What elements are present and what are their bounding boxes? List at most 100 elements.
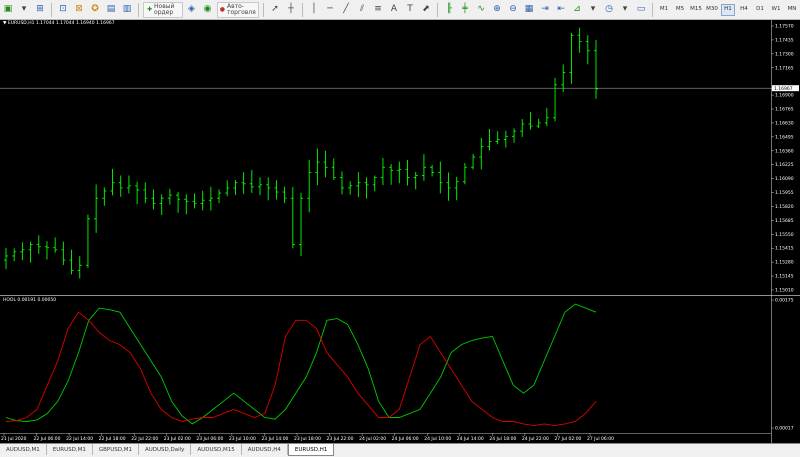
- price-bar: [241, 172, 246, 194]
- chart-tab[interactable]: GBPUSD,M1: [93, 444, 139, 455]
- channel-icon[interactable]: ⫽: [355, 2, 369, 18]
- data-window-icon[interactable]: ⊠: [72, 2, 86, 18]
- price-tick-label: 1.17435: [775, 37, 794, 43]
- tile-windows-icon[interactable]: ▦: [522, 2, 536, 18]
- candle-chart-icon[interactable]: ╪: [458, 2, 472, 18]
- timeframe-h4[interactable]: H4: [737, 4, 751, 16]
- price-tick-label: 1.15280: [775, 260, 794, 266]
- chart-canvas[interactable]: 1.17570 1.17435 1.17300 1.17165 1.169671.169…: [0, 20, 800, 443]
- indicator-info: HOOL 0.00191 0.00050: [3, 298, 57, 303]
- price-bar: [77, 256, 82, 279]
- price-bar: [200, 190, 205, 211]
- dropdown-arrow-icon[interactable]: ▾: [586, 2, 600, 18]
- timeframe-m1[interactable]: M1: [657, 4, 671, 16]
- dropdown-arrow-icon[interactable]: ▾: [618, 2, 632, 18]
- fibonacci-icon[interactable]: ≡: [371, 2, 385, 18]
- templates-icon[interactable]: ▭: [634, 2, 648, 18]
- price-bar: [348, 181, 353, 195]
- market-watch-icon[interactable]: ⊡: [56, 2, 70, 18]
- autotrading-icon: ●: [219, 5, 225, 13]
- time-tick-label: 22 Jul 14:00: [66, 436, 93, 442]
- zoom-out-icon[interactable]: ⊖: [506, 2, 520, 18]
- timeframe-m5[interactable]: M5: [673, 4, 687, 16]
- autoscroll-icon[interactable]: ⇥: [538, 2, 552, 18]
- price-bar: [487, 129, 492, 151]
- price-bar: [249, 169, 254, 193]
- time-tick-label: 22 Jul 06:00: [34, 436, 61, 442]
- time-tick-label: 24 Jul 14:00: [457, 436, 484, 442]
- price-tick-label: 1.16630: [775, 120, 794, 126]
- new-chart-icon[interactable]: ▣: [1, 2, 15, 18]
- autotrading-button[interactable]: ● Авто-торговля: [216, 1, 259, 18]
- bar-chart-icon[interactable]: ╟: [442, 2, 456, 18]
- label-tool-icon[interactable]: T: [403, 2, 417, 18]
- price-tick-label: 1.16090: [775, 176, 794, 182]
- price-tick-label: 1.16360: [775, 148, 794, 154]
- zoom-in-icon[interactable]: ⊕: [490, 2, 504, 18]
- chart-tab[interactable]: AUDUSD,M1: [0, 444, 47, 455]
- price-bar: [315, 148, 320, 186]
- price-bar: [36, 235, 41, 254]
- periods-icon[interactable]: ◷: [602, 2, 616, 18]
- price-bar: [44, 241, 49, 260]
- cursor-icon[interactable]: ➚: [268, 2, 282, 18]
- chart-shift-icon[interactable]: ⇤: [554, 2, 568, 18]
- price-bar: [372, 175, 377, 192]
- chart-tab[interactable]: EURUSD,H1: [287, 444, 335, 456]
- price-bar: [151, 189, 156, 210]
- price-bar: [53, 237, 58, 253]
- price-bar: [569, 33, 574, 84]
- dropdown-arrow-icon[interactable]: ▾: [17, 2, 31, 18]
- timeframe-m30[interactable]: M30: [705, 4, 719, 16]
- price-bar: [282, 186, 287, 204]
- price-tick-label: 1.17570: [775, 24, 794, 30]
- terminal-icon[interactable]: ▤: [104, 2, 118, 18]
- text-tool-icon[interactable]: A: [387, 2, 401, 18]
- tester-icon[interactable]: ▥: [120, 2, 134, 18]
- symbol-info: ▼ EURUSD,H1 1.17044 1.17044 1.16940 1.16…: [3, 21, 115, 26]
- new-order-button[interactable]: ✚ Новый ордер: [143, 1, 183, 18]
- price-bar: [167, 188, 172, 205]
- chart-tab[interactable]: AUDUSD,Daily: [139, 444, 192, 455]
- time-tick-label: 24 Jul 18:00: [489, 436, 516, 442]
- crosshair-icon[interactable]: ┼: [284, 2, 298, 18]
- price-tick-label: 1.15955: [775, 190, 794, 196]
- autotrading-label: Авто-торговля: [227, 2, 256, 16]
- arrows-icon[interactable]: ⬈: [419, 2, 433, 18]
- price-bar: [217, 189, 222, 204]
- timeframe-w1[interactable]: W1: [769, 4, 783, 16]
- price-bar: [585, 35, 590, 65]
- time-tick-label: 23 Jul 18:00: [294, 436, 321, 442]
- timeframe-d1[interactable]: D1: [753, 4, 767, 16]
- price-bar: [184, 194, 189, 215]
- market-icon[interactable]: ◉: [201, 2, 215, 18]
- price-bar: [159, 194, 164, 216]
- line-chart-icon[interactable]: ∿: [474, 2, 488, 18]
- price-bar: [208, 186, 213, 211]
- chart-tab[interactable]: AUDUSD,H4: [242, 444, 288, 455]
- price-tick-label: 1.15415: [775, 246, 794, 252]
- price-bar: [69, 249, 74, 275]
- price-tick-label: 1.15010: [775, 288, 794, 294]
- navigator-icon[interactable]: ✪: [88, 2, 102, 18]
- trendline-icon[interactable]: ╱: [339, 2, 353, 18]
- vertical-line-icon[interactable]: │: [307, 2, 321, 18]
- indicators-icon[interactable]: ⊿: [570, 2, 584, 18]
- timeframe-mn[interactable]: MN: [785, 4, 799, 16]
- price-bar: [471, 153, 476, 170]
- price-bar: [339, 171, 344, 195]
- price-bar: [135, 181, 140, 205]
- chart-tab[interactable]: AUDUSD,M15: [191, 444, 242, 455]
- price-bar: [110, 168, 115, 196]
- profiles-icon[interactable]: ⊞: [33, 2, 47, 18]
- metaeditor-icon[interactable]: ◈: [185, 2, 199, 18]
- price-bar: [536, 118, 541, 129]
- timeframe-m15[interactable]: M15: [689, 4, 703, 16]
- horizontal-line-icon[interactable]: ─: [323, 2, 337, 18]
- price-bar: [454, 176, 459, 201]
- price-bar: [553, 77, 558, 122]
- timeframe-h1[interactable]: H1: [721, 3, 735, 16]
- chart-window[interactable]: 1.17570 1.17435 1.17300 1.17165 1.169671.169…: [0, 20, 800, 443]
- price-bar: [274, 180, 279, 200]
- chart-tab[interactable]: EURUSD,M1: [47, 444, 93, 455]
